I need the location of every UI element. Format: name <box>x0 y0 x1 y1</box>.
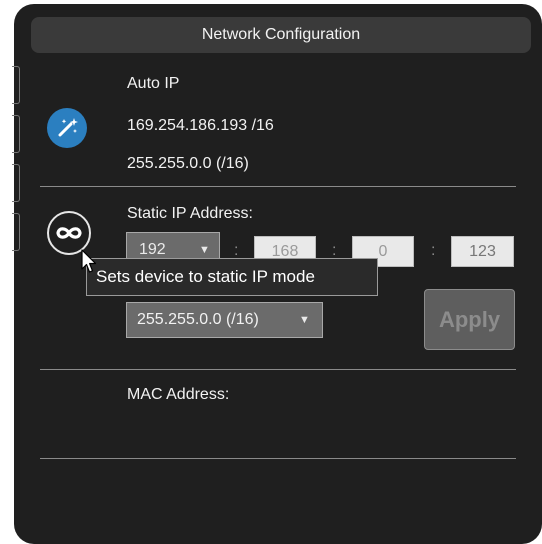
chevron-down-icon: ▼ <box>199 244 210 256</box>
magic-wand-icon[interactable] <box>47 108 87 148</box>
side-tab[interactable] <box>12 66 20 104</box>
subnet-mask-value: 255.255.0.0 (/16) <box>137 311 259 328</box>
ip-octet-3-value: 0 <box>378 242 388 260</box>
ip-octet-1-value: 192 <box>139 241 166 258</box>
section-divider <box>40 369 516 370</box>
ip-octet-4-input[interactable]: 123 <box>451 236 514 267</box>
mouse-cursor-icon <box>81 249 97 280</box>
static-mode-tooltip: Sets device to static IP mode <box>86 258 378 296</box>
apply-button-label: Apply <box>438 306 501 332</box>
side-tab[interactable] <box>12 115 20 153</box>
auto-ip-address: 169.254.186.193 /16 <box>127 117 274 134</box>
side-tab[interactable] <box>12 164 20 202</box>
section-divider <box>40 458 516 459</box>
section-divider <box>40 186 516 187</box>
panel-title: Network Configuration <box>201 26 361 43</box>
side-tab[interactable] <box>12 213 20 251</box>
auto-ip-mask: 255.255.0.0 (/16) <box>127 155 249 172</box>
tooltip-text: Sets device to static IP mode <box>96 267 315 286</box>
subnet-mask-select[interactable]: 255.255.0.0 (/16) ▼ <box>126 302 323 338</box>
chevron-down-icon: ▼ <box>299 314 310 326</box>
mac-address-label: MAC Address: <box>127 386 230 403</box>
ip-octet-4-value: 123 <box>469 242 496 260</box>
ip-separator: : <box>431 242 436 259</box>
apply-button[interactable]: Apply <box>424 289 515 350</box>
static-ip-label: Static IP Address: <box>127 205 253 222</box>
panel-header: Network Configuration <box>31 17 531 53</box>
auto-ip-label: Auto IP <box>127 75 180 92</box>
